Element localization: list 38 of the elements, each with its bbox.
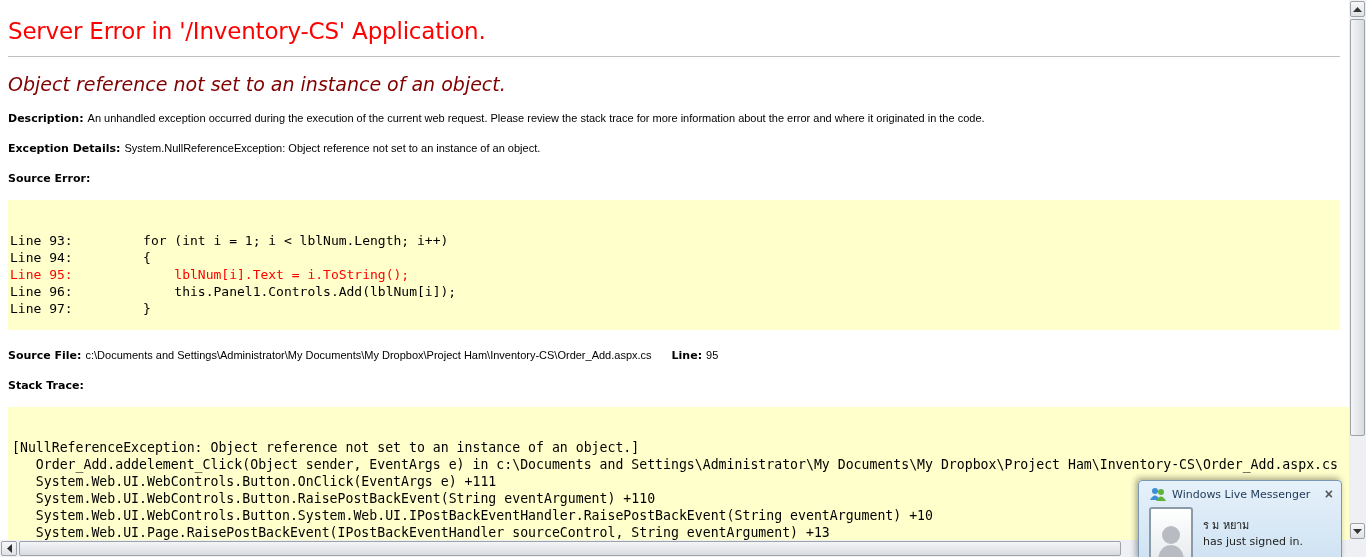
field-text: An unhandled exception occurred during the execution of the current web request. Please review the stack trace for more information about the error and where it originated in the code.	[87, 112, 985, 124]
down-arrow-icon	[1353, 528, 1362, 534]
file-path: c:\Documents and Settings\Administrator\My Documents\My Dropbox\Project Ham\Inventory-CS\Order_Add.aspx.cs	[85, 349, 652, 361]
left-arrow-icon	[6, 544, 12, 553]
stack-line: Order_Add.addelement_Click(Object sender, EventArgs e) in c:\Documents and Settings\Administrator\My Documents\My Dropbox\Project Ham\Inventory-CS\Order_Add.aspx.cs	[34, 456, 1338, 473]
scroll-down-button[interactable]	[1350, 523, 1365, 539]
code-line: Line 97: }	[10, 300, 151, 317]
page-title: Server Error in '/Inventory-CS' Application.	[8, 17, 487, 45]
stack-line: System.Web.UI.WebControls.Button.OnClick(EventArgs e) +111	[34, 473, 497, 490]
vertical-scrollbar[interactable]	[1349, 0, 1366, 540]
field-label: Description:	[8, 112, 84, 125]
notification-title: Windows Live Messenger	[1172, 487, 1312, 501]
stack-line: System.Web.UI.WebControls.Button.System.Web.UI.IPostBackEventHandler.RaisePostBackEvent(String eventArgument) +10	[34, 507, 933, 524]
field-label: Exception Details:	[8, 142, 121, 155]
scroll-up-button[interactable]	[1350, 1, 1365, 17]
avatar-placeholder	[1149, 507, 1193, 557]
stack-line: System.Web.UI.Page.RaisePostBackEvent(IPostBackEventHandler sourceControl, String eventArgument) +13	[34, 524, 830, 540]
code-line: Line 93: for (int i = 1; i < lblNum.Length; i++)	[10, 232, 449, 249]
section-label: Source Error:	[8, 172, 91, 185]
scroll-thumb[interactable]	[19, 541, 1121, 556]
close-button[interactable]: ×	[1322, 487, 1335, 501]
up-arrow-icon	[1353, 6, 1362, 12]
scroll-thumb[interactable]	[1350, 19, 1365, 436]
section-label: Stack Trace:	[8, 379, 84, 392]
scroll-left-button[interactable]	[1, 541, 17, 556]
error-message: Object reference not set to an instance of an object.	[8, 72, 507, 96]
line-number: 95	[706, 349, 719, 361]
people-icon	[1149, 487, 1167, 501]
field-text: System.NullReferenceException: Object reference not set to an instance of an object.	[124, 142, 541, 154]
code-line: Line 94: {	[10, 249, 151, 266]
stack-line: System.Web.UI.WebControls.Button.RaisePostBackEvent(String eventArgument) +110	[34, 490, 656, 507]
stack-line: [NullReferenceException: Object reference not set to an instance of an object.]	[12, 439, 640, 456]
code-line: Line 96: this.Panel1.Controls.Add(lblNum[i]);	[10, 283, 457, 300]
code-line: Line 95: lblNum[i].Text = i.ToString();	[10, 266, 410, 283]
contact-name: ร ม หยาม	[1203, 519, 1250, 533]
field-label: Source File:	[8, 349, 82, 362]
notification-message: has just signed in.	[1203, 535, 1304, 549]
field-label: Line:	[671, 349, 703, 362]
